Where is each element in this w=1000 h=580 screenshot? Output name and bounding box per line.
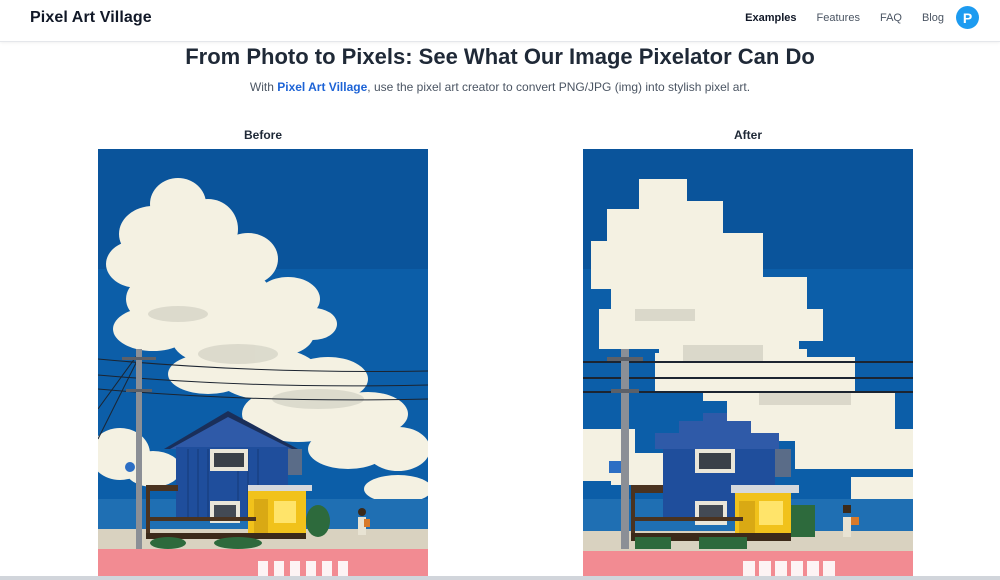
nav-links: Examples Features FAQ Blog	[725, 12, 944, 24]
nav-link-examples[interactable]: Examples	[745, 12, 796, 24]
page-title: From Photo to Pixels: See What Our Image…	[185, 44, 815, 69]
after-label: After	[733, 128, 762, 142]
before-image	[98, 149, 428, 580]
nav-link-faq[interactable]: FAQ	[880, 12, 902, 24]
nav-link-features[interactable]: Features	[817, 12, 860, 24]
page-subtitle: With Pixel Art Village, use the pixel ar…	[0, 80, 1000, 94]
subtitle-suffix: , use the pixel art creator to convert P…	[367, 80, 751, 94]
after-image	[583, 149, 913, 580]
top-navbar: Pixel Art Village Examples Features FAQ …	[0, 0, 1000, 42]
user-avatar[interactable]: P	[956, 6, 979, 29]
after-pixel-art	[583, 149, 913, 580]
before-illustration	[98, 149, 428, 580]
subtitle-brand-link[interactable]: Pixel Art Village	[277, 80, 367, 94]
bottom-scroll-edge	[0, 576, 1000, 580]
brand-logo-link[interactable]: Pixel Art Village	[30, 9, 152, 27]
subtitle-prefix: With	[249, 80, 278, 94]
nav-link-blog[interactable]: Blog	[922, 12, 944, 24]
before-label: Before	[243, 128, 282, 142]
